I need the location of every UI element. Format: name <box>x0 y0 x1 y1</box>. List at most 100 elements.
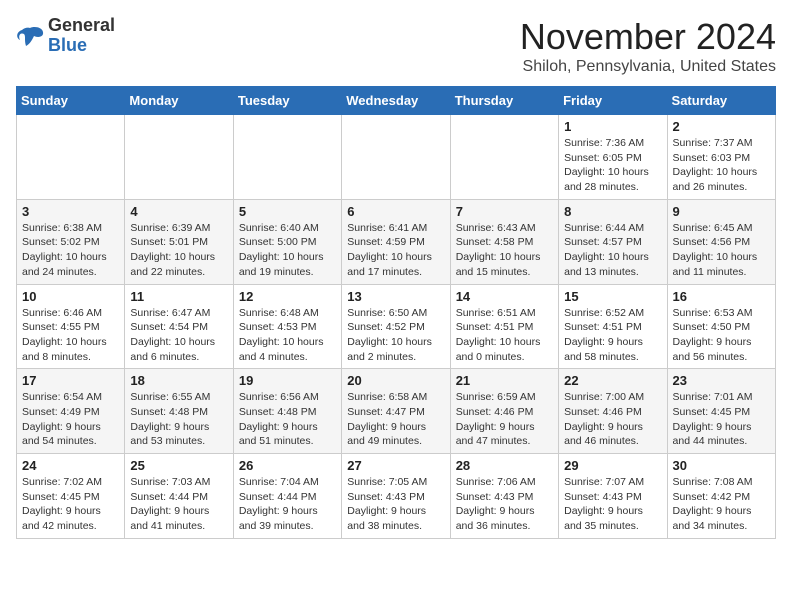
page-header: General Blue November 2024 Shiloh, Penns… <box>16 16 776 76</box>
calendar-cell: 3Sunrise: 6:38 AMSunset: 5:02 PMDaylight… <box>17 199 125 284</box>
weekday-header-wednesday: Wednesday <box>342 87 450 115</box>
day-info: Sunrise: 6:45 AMSunset: 4:56 PMDaylight:… <box>673 221 770 280</box>
day-number: 12 <box>239 289 336 304</box>
day-info: Sunrise: 7:04 AMSunset: 4:44 PMDaylight:… <box>239 475 336 534</box>
day-number: 1 <box>564 119 661 134</box>
day-number: 10 <box>22 289 119 304</box>
calendar-cell: 28 Sunrise: 7:06 AMSunset: 4:43 PMDayligh… <box>450 454 558 539</box>
calendar-cell <box>233 115 341 200</box>
logo-icon <box>16 24 44 48</box>
calendar-cell: 24 Sunrise: 7:02 AMSunset: 4:45 PMDayligh… <box>17 454 125 539</box>
calendar-cell: 23 Sunrise: 7:01 AMSunset: 4:45 PMDayligh… <box>667 369 775 454</box>
day-info: Sunrise: 6:53 AMSunset: 4:50 PMDaylight:… <box>673 306 770 365</box>
day-number: 11 <box>130 289 227 304</box>
day-number: 14 <box>456 289 553 304</box>
calendar-cell: 7Sunrise: 6:43 AMSunset: 4:58 PMDaylight… <box>450 199 558 284</box>
day-info: Sunrise: 7:08 AMSunset: 4:42 PMDaylight:… <box>673 475 770 534</box>
day-number: 6 <box>347 204 444 219</box>
calendar-cell: 13 Sunrise: 6:50 AMSunset: 4:52 PMDayligh… <box>342 284 450 369</box>
day-number: 24 <box>22 458 119 473</box>
day-number: 2 <box>673 119 770 134</box>
day-info: Sunrise: 6:46 AMSunset: 4:55 PMDaylight:… <box>22 306 119 365</box>
day-info: Sunrise: 6:52 AMSunset: 4:51 PMDaylight:… <box>564 306 661 365</box>
day-info: Sunrise: 6:48 AMSunset: 4:53 PMDaylight:… <box>239 306 336 365</box>
day-number: 22 <box>564 373 661 388</box>
day-number: 28 <box>456 458 553 473</box>
title-block: November 2024 Shiloh, Pennsylvania, Unit… <box>520 16 776 76</box>
day-number: 16 <box>673 289 770 304</box>
day-info: Sunrise: 7:03 AMSunset: 4:44 PMDaylight:… <box>130 475 227 534</box>
calendar-cell: 10 Sunrise: 6:46 AMSunset: 4:55 PMDayligh… <box>17 284 125 369</box>
day-info: Sunrise: 7:01 AMSunset: 4:45 PMDaylight:… <box>673 390 770 449</box>
day-number: 4 <box>130 204 227 219</box>
day-number: 25 <box>130 458 227 473</box>
day-info: Sunrise: 7:05 AMSunset: 4:43 PMDaylight:… <box>347 475 444 534</box>
day-number: 7 <box>456 204 553 219</box>
day-number: 20 <box>347 373 444 388</box>
weekday-header-saturday: Saturday <box>667 87 775 115</box>
day-info: Sunrise: 7:00 AMSunset: 4:46 PMDaylight:… <box>564 390 661 449</box>
day-info: Sunrise: 6:50 AMSunset: 4:52 PMDaylight:… <box>347 306 444 365</box>
day-number: 27 <box>347 458 444 473</box>
calendar-cell: 20Sunrise: 6:58 AMSunset: 4:47 PMDayligh… <box>342 369 450 454</box>
day-number: 21 <box>456 373 553 388</box>
calendar-cell: 22 Sunrise: 7:00 AMSunset: 4:46 PMDayligh… <box>559 369 667 454</box>
day-info: Sunrise: 6:51 AMSunset: 4:51 PMDaylight:… <box>456 306 553 365</box>
calendar-cell: 17Sunrise: 6:54 AMSunset: 4:49 PMDayligh… <box>17 369 125 454</box>
day-info: Sunrise: 7:37 AMSunset: 6:03 PMDaylight:… <box>673 136 770 195</box>
calendar-cell <box>342 115 450 200</box>
day-info: Sunrise: 7:36 AMSunset: 6:05 PMDaylight:… <box>564 136 661 195</box>
day-number: 19 <box>239 373 336 388</box>
calendar-cell <box>125 115 233 200</box>
calendar-cell: 4 Sunrise: 6:39 AMSunset: 5:01 PMDaylight… <box>125 199 233 284</box>
calendar-cell: 26 Sunrise: 7:04 AMSunset: 4:44 PMDayligh… <box>233 454 341 539</box>
day-info: Sunrise: 7:02 AMSunset: 4:45 PMDaylight:… <box>22 475 119 534</box>
calendar-cell: 25 Sunrise: 7:03 AMSunset: 4:44 PMDayligh… <box>125 454 233 539</box>
day-info: Sunrise: 6:47 AMSunset: 4:54 PMDaylight:… <box>130 306 227 365</box>
calendar-cell: 30Sunrise: 7:08 AMSunset: 4:42 PMDayligh… <box>667 454 775 539</box>
calendar-cell <box>450 115 558 200</box>
calendar-cell: 15 Sunrise: 6:52 AMSunset: 4:51 PMDayligh… <box>559 284 667 369</box>
day-info: Sunrise: 6:38 AMSunset: 5:02 PMDaylight:… <box>22 221 119 280</box>
day-info: Sunrise: 7:07 AMSunset: 4:43 PMDaylight:… <box>564 475 661 534</box>
day-info: Sunrise: 6:59 AMSunset: 4:46 PMDaylight:… <box>456 390 553 449</box>
calendar-cell: 11 Sunrise: 6:47 AMSunset: 4:54 PMDayligh… <box>125 284 233 369</box>
day-info: Sunrise: 6:39 AMSunset: 5:01 PMDaylight:… <box>130 221 227 280</box>
day-info: Sunrise: 6:56 AMSunset: 4:48 PMDaylight:… <box>239 390 336 449</box>
day-number: 26 <box>239 458 336 473</box>
location: Shiloh, Pennsylvania, United States <box>520 58 776 76</box>
day-number: 29 <box>564 458 661 473</box>
calendar-cell: 2 Sunrise: 7:37 AMSunset: 6:03 PMDaylight… <box>667 115 775 200</box>
day-info: Sunrise: 6:40 AMSunset: 5:00 PMDaylight:… <box>239 221 336 280</box>
weekday-header-thursday: Thursday <box>450 87 558 115</box>
calendar-cell: 16 Sunrise: 6:53 AMSunset: 4:50 PMDayligh… <box>667 284 775 369</box>
logo-text: General Blue <box>48 16 115 56</box>
calendar-cell: 19 Sunrise: 6:56 AMSunset: 4:48 PMDayligh… <box>233 369 341 454</box>
calendar-week-2: 3Sunrise: 6:38 AMSunset: 5:02 PMDaylight… <box>17 199 776 284</box>
calendar-cell <box>17 115 125 200</box>
calendar-cell: 9 Sunrise: 6:45 AMSunset: 4:56 PMDaylight… <box>667 199 775 284</box>
calendar-week-4: 17Sunrise: 6:54 AMSunset: 4:49 PMDayligh… <box>17 369 776 454</box>
calendar-cell: 5Sunrise: 6:40 AMSunset: 5:00 PMDaylight… <box>233 199 341 284</box>
calendar-cell: 18Sunrise: 6:55 AMSunset: 4:48 PMDayligh… <box>125 369 233 454</box>
day-info: Sunrise: 7:06 AMSunset: 4:43 PMDaylight:… <box>456 475 553 534</box>
logo: General Blue <box>16 16 115 56</box>
calendar-cell: 14 Sunrise: 6:51 AMSunset: 4:51 PMDayligh… <box>450 284 558 369</box>
calendar-cell: 27 Sunrise: 7:05 AMSunset: 4:43 PMDayligh… <box>342 454 450 539</box>
day-info: Sunrise: 6:44 AMSunset: 4:57 PMDaylight:… <box>564 221 661 280</box>
day-number: 18 <box>130 373 227 388</box>
calendar-week-5: 24 Sunrise: 7:02 AMSunset: 4:45 PMDayligh… <box>17 454 776 539</box>
day-number: 23 <box>673 373 770 388</box>
day-info: Sunrise: 6:54 AMSunset: 4:49 PMDaylight:… <box>22 390 119 449</box>
calendar-cell: 21 Sunrise: 6:59 AMSunset: 4:46 PMDayligh… <box>450 369 558 454</box>
day-number: 13 <box>347 289 444 304</box>
day-number: 15 <box>564 289 661 304</box>
calendar-week-1: 1 Sunrise: 7:36 AMSunset: 6:05 PMDaylight… <box>17 115 776 200</box>
calendar-table: SundayMondayTuesdayWednesdayThursdayFrid… <box>16 86 776 539</box>
day-number: 9 <box>673 204 770 219</box>
calendar-cell: 12 Sunrise: 6:48 AMSunset: 4:53 PMDayligh… <box>233 284 341 369</box>
calendar-cell: 8Sunrise: 6:44 AMSunset: 4:57 PMDaylight… <box>559 199 667 284</box>
month-title: November 2024 <box>520 16 776 58</box>
weekday-header-tuesday: Tuesday <box>233 87 341 115</box>
weekday-header-monday: Monday <box>125 87 233 115</box>
